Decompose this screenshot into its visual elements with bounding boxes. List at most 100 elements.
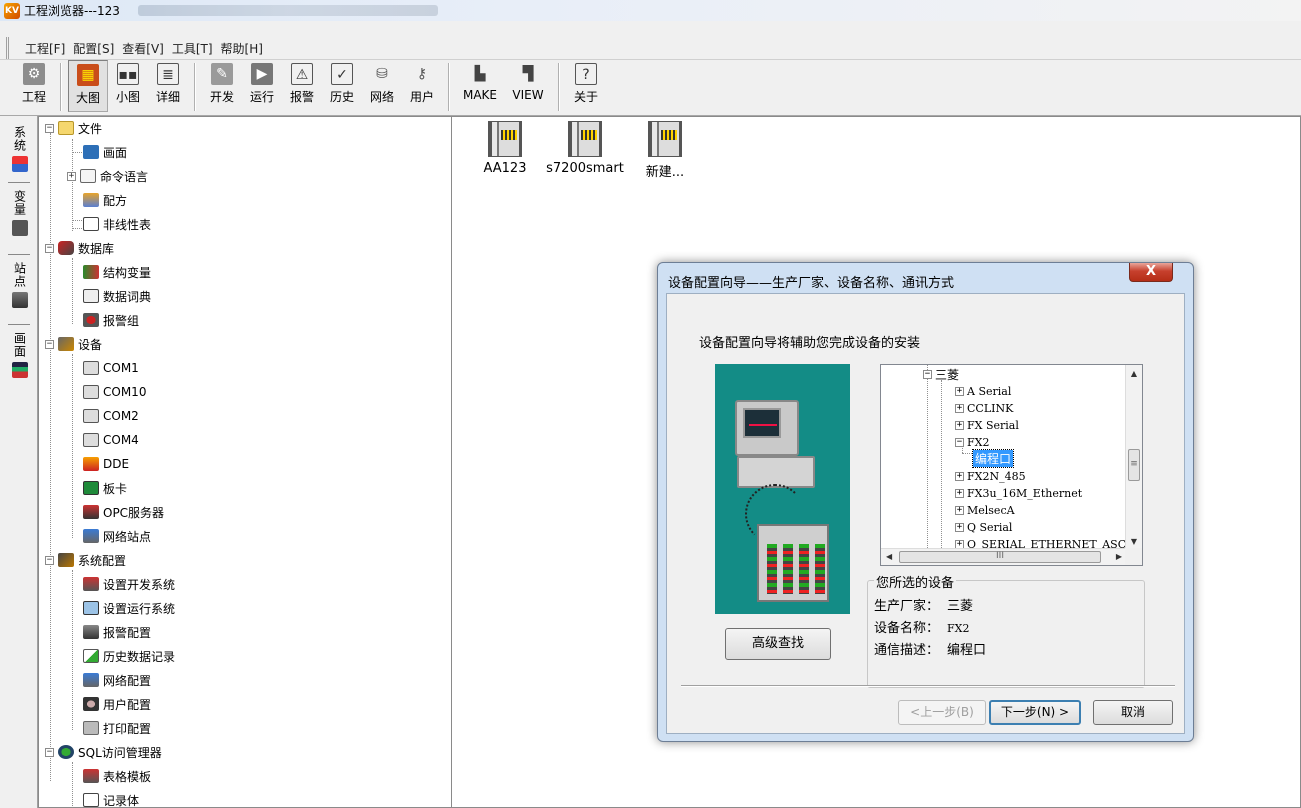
collapse-icon[interactable]: − (923, 370, 932, 379)
tree-node-history-record[interactable]: 历史数据记录 (83, 645, 175, 667)
device-item[interactable]: AA123 (460, 117, 550, 176)
table-template-icon (83, 769, 99, 783)
device-tree-item[interactable]: + A Serial (955, 384, 1011, 399)
tree-node-struct-var[interactable]: 结构变量 (83, 261, 151, 283)
toolbar-small-icons-button[interactable]: ▪▪ 小图 (108, 60, 148, 112)
history-icon: ✓ (331, 63, 353, 85)
expand-icon[interactable]: + (955, 523, 964, 532)
toolbar-develop-button[interactable]: ✎ 开发 (202, 60, 242, 112)
side-tab-variables[interactable]: 变量 (10, 190, 30, 236)
device-tree-selected-item[interactable]: 编程口 (971, 449, 1015, 468)
tree-node-nonlinear-table[interactable]: 非线性表 (83, 213, 151, 235)
expand-icon[interactable]: + (955, 404, 964, 413)
close-button[interactable]: X (1129, 263, 1173, 282)
tree-node-command-language[interactable]: + 命令语言 (67, 165, 148, 187)
tree-node-database[interactable]: − 数据库 (45, 237, 114, 259)
menu-view[interactable]: 查看[V] (122, 40, 164, 57)
expand-icon[interactable]: + (955, 506, 964, 515)
tree-node-set-dev[interactable]: 设置开发系统 (83, 573, 175, 595)
device-tree-item[interactable]: + CCLINK (955, 401, 1013, 416)
toolbar-run-button[interactable]: ▶ 运行 (242, 60, 282, 112)
toolbar-network-button[interactable]: ⛁ 网络 (362, 60, 402, 112)
side-tab-stations[interactable]: 站点 (10, 262, 30, 308)
cancel-button[interactable]: 取消 (1093, 700, 1173, 725)
toolbar-alarm-button[interactable]: ⚠ 报警 (282, 60, 322, 112)
toolbar-history-button[interactable]: ✓ 历史 (322, 60, 362, 112)
tree-node-recipe[interactable]: 配方 (83, 189, 127, 211)
expand-icon[interactable]: + (955, 421, 964, 430)
expand-icon[interactable]: + (955, 489, 964, 498)
menu-tools[interactable]: 工具[T] (172, 40, 213, 57)
tree-node-screen[interactable]: 画面 (83, 141, 127, 163)
tree-node-board[interactable]: 板卡 (83, 477, 127, 499)
expand-icon[interactable]: + (955, 472, 964, 481)
collapse-icon[interactable]: − (45, 123, 54, 133)
menu-help[interactable]: 帮助[H] (221, 40, 263, 57)
tree-node-com2[interactable]: COM2 (83, 405, 139, 427)
device-tree-item[interactable]: − FX2 (955, 435, 989, 450)
toolbar-view-button[interactable]: ▜ VIEW (504, 60, 552, 112)
tree-node-sql[interactable]: − SQL访问管理器 (45, 741, 162, 763)
tree-node-alarm-config[interactable]: 报警配置 (83, 621, 151, 643)
new-device-item[interactable]: 新建... (620, 117, 710, 180)
tree-node-alarm-group[interactable]: 报警组 (83, 309, 139, 331)
tree-node-opc-server[interactable]: OPC服务器 (83, 501, 164, 523)
tree-node-set-run[interactable]: 设置运行系统 (83, 597, 175, 619)
tree-node-com1[interactable]: COM1 (83, 357, 139, 379)
tree-node-table-template[interactable]: 表格模板 (83, 765, 151, 787)
device-tree-item[interactable]: + FX3u_16M_Ethernet (955, 486, 1082, 501)
menu-config[interactable]: 配置[S] (73, 40, 114, 57)
tree-node-data-dict[interactable]: 数据词典 (83, 285, 151, 307)
toolbar-about-button[interactable]: ? 关于 (566, 60, 606, 112)
scroll-left-icon[interactable]: ◀ (886, 552, 892, 561)
toolbar-large-icons-button[interactable]: ▦ 大图 (68, 60, 108, 112)
side-tab-system[interactable]: 系统 (10, 126, 30, 172)
collapse-icon[interactable]: − (955, 438, 964, 447)
collapse-icon[interactable]: − (45, 555, 54, 565)
device-tree-item[interactable]: + FX2N_485 (955, 469, 1026, 484)
tree-node-network-config[interactable]: 网络配置 (83, 669, 151, 691)
expand-icon[interactable]: + (67, 171, 76, 181)
side-tab-screens[interactable]: 画面 (10, 332, 30, 378)
plc-rack-icon (757, 524, 829, 602)
divider (681, 685, 1175, 687)
expand-icon[interactable]: + (955, 387, 964, 396)
tree-node-print-config[interactable]: 打印配置 (83, 717, 151, 739)
tree-node-network-station[interactable]: 网络站点 (83, 525, 151, 547)
toolbar-user-button[interactable]: ⚷ 用户 (402, 60, 442, 112)
toolbar-project-button[interactable]: ⚙ 工程 (14, 60, 54, 112)
previous-button[interactable]: <上一步(B) (898, 700, 986, 725)
printer-icon (83, 721, 99, 735)
horizontal-scrollbar[interactable]: ◀ III ▶ (881, 548, 1127, 565)
device-tree-item[interactable]: + MelsecA (955, 503, 1015, 518)
scroll-up-icon[interactable]: ▲ (1129, 369, 1139, 378)
device-tree-root[interactable]: − 三菱 (923, 367, 959, 382)
advanced-search-button[interactable]: 高级查找 (725, 628, 831, 660)
scroll-thumb[interactable]: ≡ (1128, 449, 1140, 481)
alarm-group-icon (83, 313, 99, 327)
tree-node-dde[interactable]: DDE (83, 453, 129, 475)
tree-node-com4[interactable]: COM4 (83, 429, 139, 451)
collapse-icon[interactable]: − (45, 747, 54, 757)
tree-node-device[interactable]: − 设备 (45, 333, 102, 355)
scroll-right-icon[interactable]: ▶ (1116, 552, 1122, 561)
toolbar-details-button[interactable]: ≣ 详细 (148, 60, 188, 112)
vertical-scrollbar[interactable]: ▲ ≡ ▼ (1125, 365, 1142, 550)
scroll-thumb[interactable]: III (899, 551, 1101, 563)
tree-node-file[interactable]: − 文件 (45, 117, 102, 139)
device-tree-item[interactable]: + FX Serial (955, 418, 1019, 433)
tree-node-user-config[interactable]: 用户配置 (83, 693, 151, 715)
tree-node-recordset[interactable]: 记录体 (83, 789, 139, 807)
tree-node-system-config[interactable]: − 系统配置 (45, 549, 126, 571)
device-tree-item[interactable]: + Q Serial (955, 520, 1012, 535)
collapse-icon[interactable]: − (45, 243, 54, 253)
collapse-icon[interactable]: − (45, 339, 54, 349)
toolbar-make-button[interactable]: ▙ MAKE (456, 60, 504, 112)
recordset-icon (83, 793, 99, 807)
next-button[interactable]: 下一步(N) > (989, 700, 1081, 725)
device-item[interactable]: s7200smart (540, 117, 630, 176)
device-tree[interactable]: − 三菱 + A Serial + CCLINK + FX Serial − F… (880, 364, 1143, 566)
scroll-down-icon[interactable]: ▼ (1129, 537, 1139, 546)
menu-project[interactable]: 工程[F] (25, 40, 65, 57)
tree-node-com10[interactable]: COM10 (83, 381, 146, 403)
